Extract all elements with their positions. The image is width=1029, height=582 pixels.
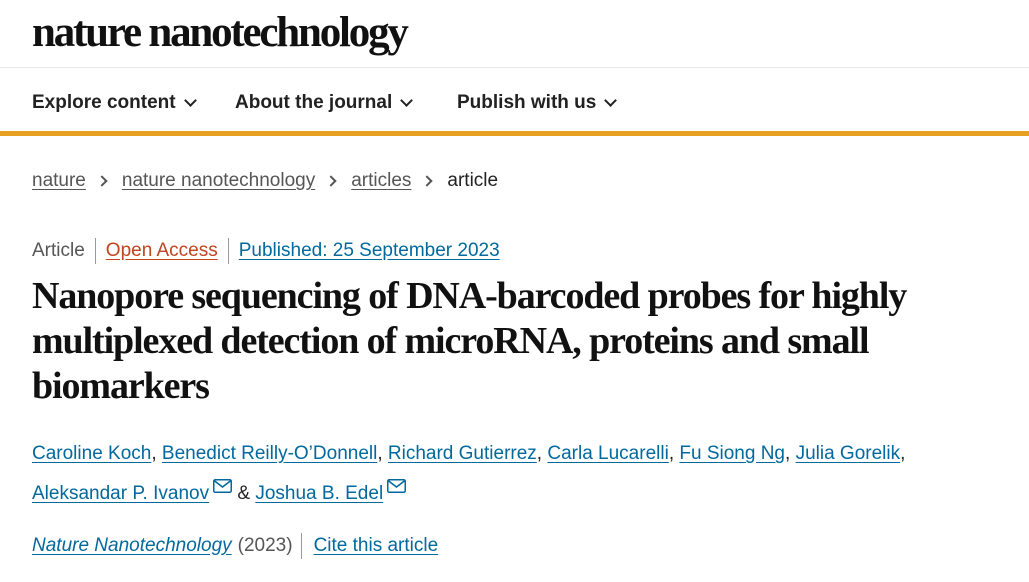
chevron-down-icon <box>183 93 197 107</box>
breadcrumb-current: article <box>447 170 499 191</box>
author-link[interactable]: Carla Lucarelli <box>547 443 668 464</box>
publication-year: (2023) <box>237 535 293 556</box>
mail-icon[interactable] <box>387 479 407 493</box>
published-date-link[interactable]: Published: 25 September 2023 <box>229 240 500 262</box>
author-conjunction: & <box>237 483 251 504</box>
author-separator: , <box>151 443 157 464</box>
nav-about-the-journal-label: About the journal <box>235 92 393 113</box>
author-separator: , <box>536 443 543 464</box>
chevron-down-icon <box>604 93 618 107</box>
breadcrumb-articles[interactable]: articles <box>351 170 411 192</box>
main-navigation: Explore content About the journal Publis… <box>0 68 1029 136</box>
journal-link[interactable]: Nature Nanotechnology <box>32 535 232 557</box>
breadcrumb-nature-nanotechnology[interactable]: nature nanotechnology <box>122 170 315 192</box>
author-link[interactable]: Julia Gorelik <box>796 443 901 464</box>
author-link[interactable]: Fu Siong Ng <box>679 443 785 464</box>
open-access-link[interactable]: Open Access <box>96 240 228 262</box>
nav-publish-with-us-label: Publish with us <box>457 92 597 113</box>
nav-about-the-journal[interactable]: About the journal <box>235 90 414 116</box>
article-title: Nanopore sequencing of DNA-barcoded prob… <box>32 275 907 407</box>
nav-explore-content[interactable]: Explore content <box>32 90 197 116</box>
author-list: Caroline Koch, Benedict Reilly-O’Donnell… <box>32 434 992 514</box>
nav-explore-content-label: Explore content <box>32 92 176 113</box>
author-separator: , <box>900 443 906 464</box>
breadcrumb-nature[interactable]: nature <box>32 170 86 192</box>
article-type: Article <box>32 240 85 261</box>
author-link[interactable]: Richard Gutierrez <box>388 443 537 464</box>
chevron-right-icon <box>96 175 108 187</box>
citation-row: Nature Nanotechnology (2023) Cite this a… <box>32 532 438 560</box>
masthead: nature nanotechnology <box>0 0 1029 68</box>
breadcrumb: nature nature nanotechnology articles ar… <box>32 168 498 194</box>
author-separator: , <box>668 443 675 464</box>
mail-icon[interactable] <box>213 479 233 493</box>
author-link[interactable]: Aleksandar P. Ivanov <box>32 483 209 504</box>
cite-this-article-link[interactable]: Cite this article <box>302 535 439 557</box>
article-meta: Article Open Access Published: 25 Septem… <box>32 237 500 265</box>
chevron-down-icon <box>400 93 414 107</box>
author-separator: , <box>785 443 791 464</box>
chevron-right-icon <box>421 175 434 187</box>
author-link[interactable]: Caroline Koch <box>32 443 151 464</box>
author-separator: , <box>377 443 383 464</box>
author-link[interactable]: Joshua B. Edel <box>255 483 383 504</box>
author-link[interactable]: Benedict Reilly-O’Donnell <box>162 443 377 464</box>
journal-logo[interactable]: nature nanotechnology <box>32 7 409 59</box>
chevron-right-icon <box>325 175 337 187</box>
nav-publish-with-us[interactable]: Publish with us <box>457 90 618 116</box>
